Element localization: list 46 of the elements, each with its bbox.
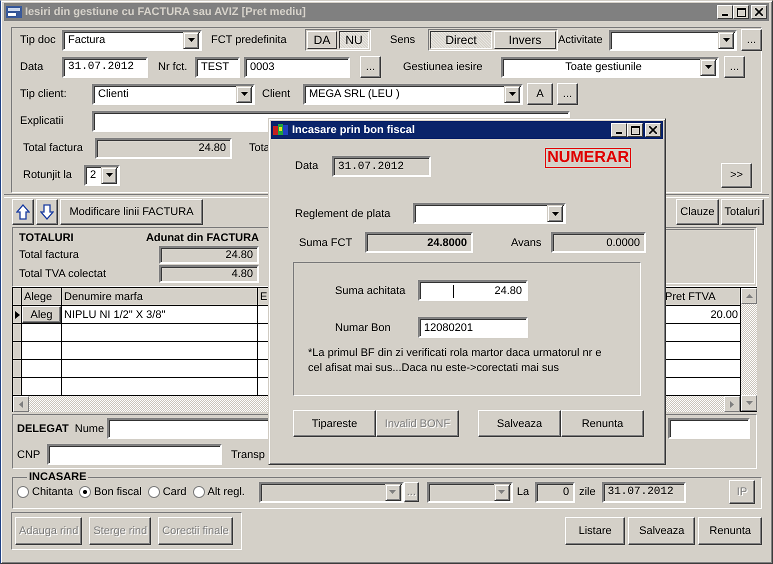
field-label: Data <box>295 159 320 174</box>
field-label: Data <box>20 61 44 73</box>
field-label: Avans <box>511 236 542 248</box>
table-cell: NIPLU NI 1/2" X 3/8" <box>62 306 258 323</box>
total-field: 4.80 <box>159 264 259 282</box>
column-header: Pret FTVA <box>664 290 717 304</box>
field-label: Rotunjit la <box>23 169 73 181</box>
field-label: CNP <box>17 448 42 460</box>
group-title: INCASARE <box>28 471 88 483</box>
field-label: Tip client: <box>20 88 68 100</box>
window-title: Iesiri din gestiune cu FACTURA sau AVIZ [Pret mediu] <box>25 6 307 18</box>
days-field: 0 <box>535 482 576 502</box>
section-title: TOTALURI <box>19 232 74 244</box>
field-label: Nume <box>74 422 106 434</box>
column-header: Denumire marfa <box>62 288 258 305</box>
total-field: 24.80 <box>159 246 259 264</box>
column-header: Alege <box>22 288 62 305</box>
field-label: Suma FCT <box>299 236 354 248</box>
invoice-sum-field: 24.8000 <box>365 232 473 253</box>
field-label: FCT predefinita <box>211 34 288 46</box>
field-label: Gestiunea iesire <box>403 61 484 73</box>
field-label: Client <box>262 88 292 100</box>
field-label: Explicatii <box>20 115 64 127</box>
date-field: 31.07.2012 <box>332 156 431 177</box>
field-label: Total factura <box>23 142 84 154</box>
column-heading: Adunat din FACTURA <box>146 232 259 244</box>
table-cell-text: 20.00 <box>709 308 739 322</box>
field-label: Sens <box>390 34 416 46</box>
field-label: Nr fct. <box>158 61 188 73</box>
note-text: *La primul BF din zi verificati rola martor daca urmatorul nr e cel afisat mai sus...Daca nu este->corectati mai sus <box>308 346 602 376</box>
dialog-title: Incasare prin bon fiscal <box>292 124 416 136</box>
field-label: Activitate <box>558 34 604 46</box>
field-label: Total factura <box>19 248 79 260</box>
payment-mode-label: NUMERAR <box>545 148 631 168</box>
advance-field: 0.0000 <box>551 232 646 253</box>
field-label: Reglement de plata <box>295 208 392 220</box>
field-label: Tip doc <box>20 34 57 46</box>
total-field: 24.80 <box>95 138 232 158</box>
field-label: Numar Bon <box>335 322 392 334</box>
field-label: zile <box>579 486 596 498</box>
field-label: Transp <box>231 448 265 460</box>
field-label: La <box>516 486 530 498</box>
section-title: DELEGAT <box>17 422 69 434</box>
field-label: Total TVA colectat <box>19 268 106 280</box>
field-label: Suma achitata <box>335 284 406 296</box>
due-date-field: 31.07.2012 <box>602 482 686 502</box>
